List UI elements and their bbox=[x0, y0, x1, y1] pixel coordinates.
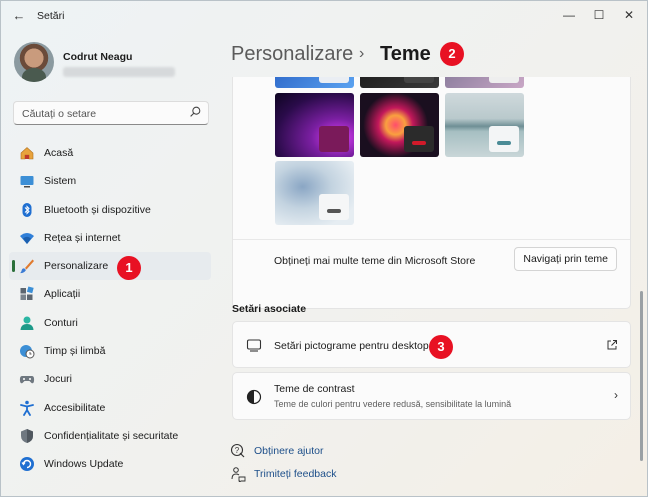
system-icon bbox=[20, 176, 34, 188]
svg-text:?: ? bbox=[235, 446, 240, 455]
breadcrumb-separator: › bbox=[359, 45, 365, 62]
shield-icon bbox=[21, 428, 33, 443]
sidebar-item-label: Aplicații bbox=[44, 288, 81, 301]
minimize-icon[interactable]: — bbox=[557, 5, 581, 25]
bluetooth-icon bbox=[22, 202, 32, 217]
annotation-badge-1: 1 bbox=[117, 256, 141, 280]
account-icon bbox=[20, 316, 34, 330]
theme-thumbnail[interactable] bbox=[275, 77, 354, 88]
app-title: Setări bbox=[37, 10, 65, 22]
sidebar-item-time-language[interactable]: Timp și limbă bbox=[9, 337, 211, 365]
apps-icon bbox=[20, 286, 34, 301]
close-icon[interactable]: ✕ bbox=[617, 5, 641, 25]
clock-globe-icon bbox=[20, 345, 35, 359]
sidebar-item-windows-update[interactable]: Windows Update bbox=[9, 450, 211, 478]
help-icon: ? bbox=[230, 443, 245, 458]
user-email-blurred bbox=[63, 67, 175, 77]
sidebar-item-label: Acasă bbox=[44, 147, 74, 159]
theme-thumbnail[interactable] bbox=[445, 77, 524, 88]
update-icon bbox=[20, 457, 34, 472]
page-title: Teme bbox=[380, 43, 431, 65]
browse-themes-button[interactable]: Navigați prin teme bbox=[514, 247, 617, 271]
divider bbox=[233, 239, 630, 240]
theme-preview-window bbox=[319, 77, 349, 83]
avatar[interactable] bbox=[14, 42, 54, 82]
theme-preview-window bbox=[319, 126, 349, 152]
sidebar-item-label: Jocuri bbox=[44, 373, 73, 386]
desktop-icon-settings-label: Setări pictograme pentru desktop bbox=[274, 340, 429, 352]
sidebar-item-label: Conturi bbox=[44, 316, 78, 329]
feedback-icon bbox=[231, 467, 246, 482]
search-icon bbox=[190, 106, 201, 117]
search-placeholder: Căutați o setare bbox=[22, 108, 97, 120]
scrollbar[interactable] bbox=[640, 291, 643, 461]
send-feedback-link[interactable]: Trimiteți feedback bbox=[254, 468, 336, 480]
sidebar-item-gaming[interactable]: Jocuri bbox=[9, 365, 211, 393]
theme-preview-window bbox=[489, 126, 519, 152]
contrast-icon bbox=[246, 389, 262, 405]
sidebar-item-label: Timp și limbă bbox=[44, 345, 106, 358]
network-icon bbox=[20, 232, 34, 244]
contrast-themes-subtitle: Teme de culori pentru vedere redusă, sen… bbox=[274, 399, 512, 409]
search-input[interactable]: Căutați o setare bbox=[13, 101, 209, 125]
sidebar-item-home[interactable]: Acasă bbox=[9, 139, 211, 167]
sidebar-item-label: Rețea și internet bbox=[44, 231, 121, 244]
chevron-right-icon: › bbox=[614, 388, 618, 402]
monitor-icon bbox=[246, 339, 262, 352]
sidebar-item-personalization[interactable]: Personalizare bbox=[9, 252, 211, 281]
sidebar-nav: Acasă Sistem Bluetooth și dispozitive Re… bbox=[9, 139, 211, 479]
content-area: Obțineți mai multe teme din Microsoft St… bbox=[221, 77, 645, 497]
sidebar-item-label: Bluetooth și dispozitive bbox=[44, 203, 151, 216]
title-bar: ← Setări — ☐ ✕ bbox=[1, 1, 647, 31]
more-themes-text: Obțineți mai multe teme din Microsoft St… bbox=[274, 255, 476, 267]
related-settings-heading: Setări asociate bbox=[232, 303, 307, 315]
contrast-themes-title: Teme de contrast bbox=[274, 383, 355, 395]
sidebar-item-label: Windows Update bbox=[44, 458, 124, 471]
maximize-icon[interactable]: ☐ bbox=[587, 5, 611, 25]
external-link-icon bbox=[607, 340, 617, 350]
theme-preview-window bbox=[489, 77, 519, 83]
theme-thumbnail[interactable] bbox=[275, 161, 354, 225]
theme-thumbnail[interactable] bbox=[360, 93, 439, 157]
sidebar-item-system[interactable]: Sistem bbox=[9, 167, 211, 195]
get-help-link[interactable]: Obținere ajutor bbox=[254, 445, 323, 457]
theme-preview-window bbox=[319, 194, 349, 220]
contrast-themes-row[interactable]: Teme de contrast Teme de culori pentru v… bbox=[232, 372, 631, 420]
sidebar-item-label: Personalizare bbox=[44, 260, 109, 273]
theme-thumbnail[interactable] bbox=[275, 93, 354, 157]
sidebar-item-label: Confidențialitate și securitate bbox=[44, 429, 179, 442]
sidebar-item-accounts[interactable]: Conturi bbox=[9, 309, 211, 337]
settings-window: ← Setări — ☐ ✕ Codrut Neagu Căutați o se… bbox=[0, 0, 648, 497]
sidebar-item-accessibility[interactable]: Accesibilitate bbox=[9, 394, 211, 422]
home-icon bbox=[20, 147, 34, 160]
user-name: Codrut Neagu bbox=[63, 51, 133, 63]
annotation-badge-2: 2 bbox=[440, 42, 464, 66]
breadcrumb-parent[interactable]: Personalizare bbox=[231, 43, 353, 66]
sidebar-item-bluetooth[interactable]: Bluetooth și dispozitive bbox=[9, 196, 211, 224]
sidebar-item-privacy-security[interactable]: Confidențialitate și securitate bbox=[9, 422, 211, 450]
brush-icon bbox=[20, 259, 34, 274]
annotation-badge-3: 3 bbox=[429, 335, 453, 359]
sidebar-item-apps[interactable]: Aplicații bbox=[9, 280, 211, 308]
accessibility-icon bbox=[20, 400, 34, 416]
theme-preview-window bbox=[404, 126, 434, 152]
theme-preview-window bbox=[404, 77, 434, 83]
sidebar-item-label: Sistem bbox=[44, 175, 77, 188]
back-arrow-icon[interactable]: ← bbox=[9, 7, 29, 25]
themes-gallery: Obțineți mai multe teme din Microsoft St… bbox=[232, 77, 631, 309]
theme-thumbnail[interactable] bbox=[445, 93, 524, 157]
gamepad-icon bbox=[19, 376, 35, 384]
sidebar-item-label: Accesibilitate bbox=[44, 401, 106, 414]
theme-thumbnail[interactable] bbox=[360, 77, 439, 88]
sidebar-item-network[interactable]: Rețea și internet bbox=[9, 224, 211, 252]
